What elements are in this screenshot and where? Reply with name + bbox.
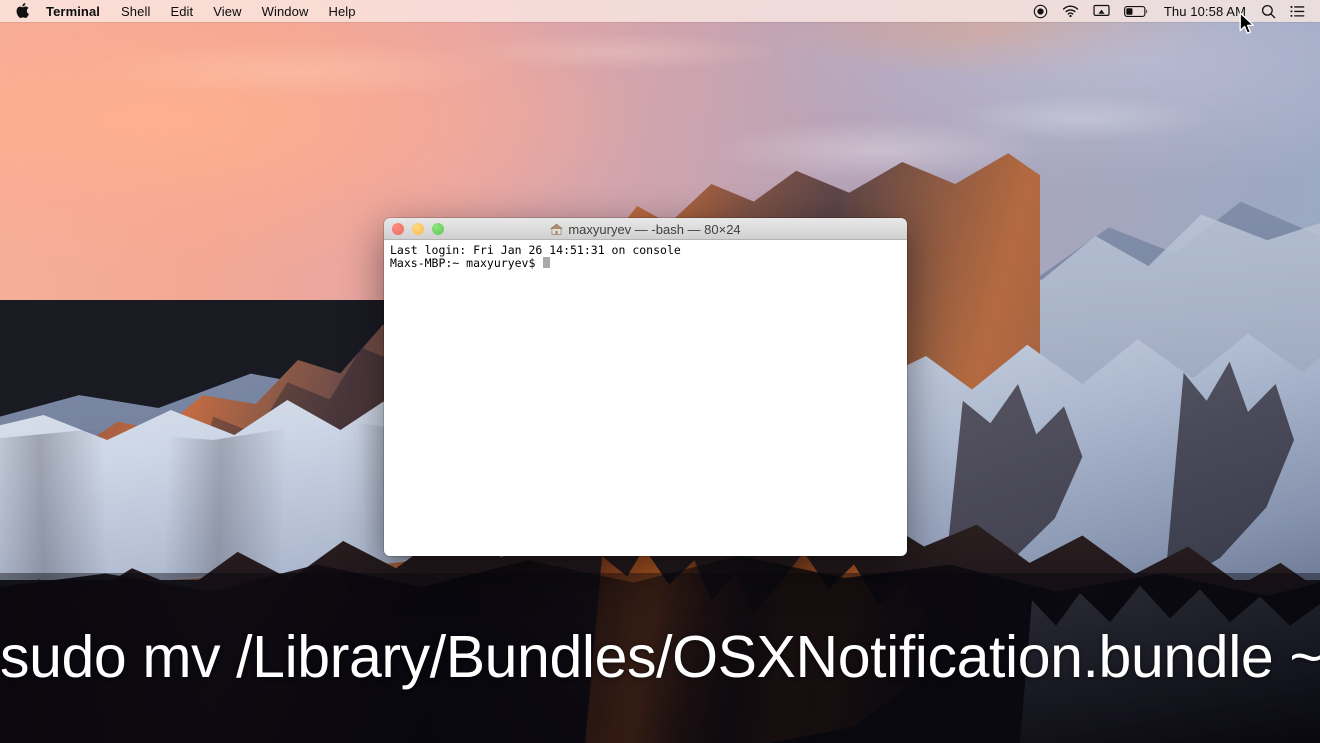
menu-bar-left: Terminal Shell Edit View Window Help <box>0 0 366 22</box>
menu-item-terminal[interactable]: Terminal <box>35 0 111 22</box>
airplay-display-icon[interactable] <box>1086 0 1117 22</box>
apple-menu-icon[interactable] <box>9 3 35 19</box>
terminal-cursor <box>543 256 551 268</box>
menu-item-help[interactable]: Help <box>318 0 365 22</box>
terminal-body[interactable]: Last login: Fri Jan 26 14:51:31 on conso… <box>384 240 907 556</box>
menu-item-edit[interactable]: Edit <box>160 0 203 22</box>
arrow-cursor <box>1239 12 1256 41</box>
menu-item-view[interactable]: View <box>203 0 251 22</box>
wifi-icon[interactable] <box>1055 0 1086 22</box>
menu-bar: Terminal Shell Edit View Window Help Thu… <box>0 0 1320 22</box>
terminal-title-group: maxyuryev — -bash — 80×24 <box>384 218 907 240</box>
menu-bar-status-area: Thu 10:58 AM <box>1026 0 1320 22</box>
terminal-line-prompt: Maxs-MBP:~ maxyuryev$ <box>390 255 901 270</box>
menu-item-shell[interactable]: Shell <box>111 0 160 22</box>
screen: Terminal Shell Edit View Window Help Thu… <box>0 0 1320 743</box>
minimize-button[interactable] <box>412 222 424 235</box>
close-button[interactable] <box>392 222 404 235</box>
home-folder-icon <box>550 223 563 236</box>
terminal-title-text: maxyuryev — -bash — 80×24 <box>568 221 741 237</box>
battery-icon[interactable] <box>1117 0 1156 22</box>
notification-center-icon[interactable] <box>1283 0 1312 22</box>
caption-text: sudo mv /Library/Bundles/OSXNotification… <box>0 624 1320 690</box>
terminal-window[interactable]: maxyuryev — -bash — 80×24 Last login: Fr… <box>384 218 907 556</box>
window-controls <box>384 222 444 235</box>
terminal-prompt-text: Maxs-MBP:~ maxyuryev$ <box>390 255 543 270</box>
terminal-title-bar[interactable]: maxyuryev — -bash — 80×24 <box>384 218 907 240</box>
screen-recording-icon[interactable] <box>1026 0 1055 22</box>
zoom-button[interactable] <box>432 222 444 235</box>
search-icon[interactable] <box>1254 0 1283 22</box>
menu-item-window[interactable]: Window <box>252 0 319 22</box>
